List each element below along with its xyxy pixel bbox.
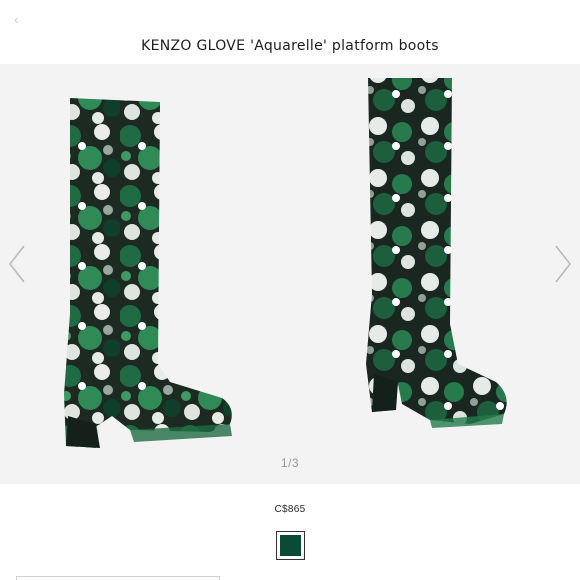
gallery-prev-button[interactable] [6,240,30,288]
chevron-right-icon [555,245,571,283]
gallery-next-button[interactable] [550,240,574,288]
gallery-page-indicator: 1/3 [280,456,300,470]
right-boot [366,78,507,428]
chevron-left-icon: ‹ [14,12,19,27]
back-button[interactable]: ‹ [14,12,30,28]
color-swatch[interactable] [276,531,305,560]
chevron-left-icon [9,245,25,283]
size-select[interactable] [16,576,220,580]
product-price: C$865 [274,504,306,515]
image-gallery[interactable]: 1/3 [0,64,580,484]
color-swatch-fill [280,535,301,556]
left-boot [64,98,232,448]
product-image [64,78,507,448]
product-title: KENZO GLOVE 'Aquarelle' platform boots [141,38,439,54]
